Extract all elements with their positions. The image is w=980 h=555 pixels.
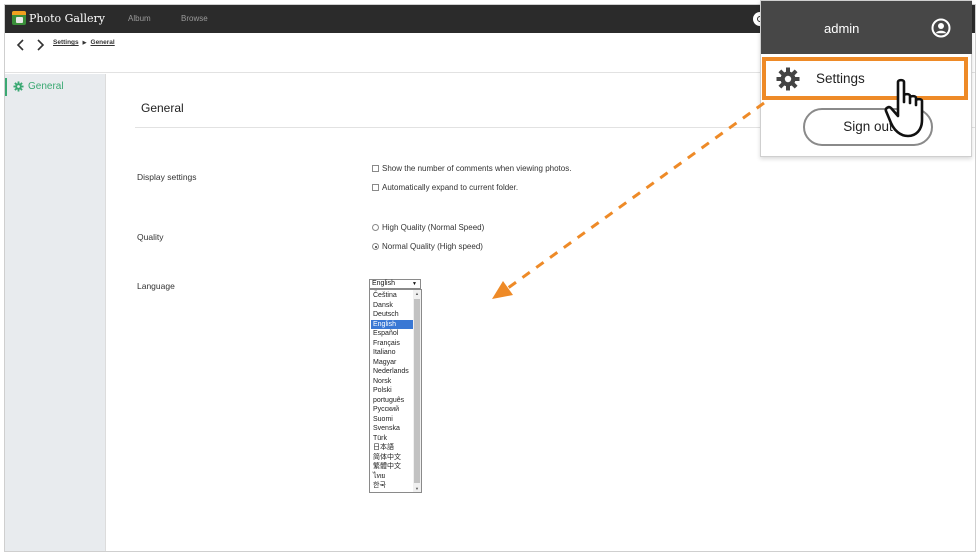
language-option[interactable]: Suomi <box>371 415 413 425</box>
breadcrumb: Settings ▶ General <box>53 39 115 46</box>
language-option[interactable]: Türk <box>371 434 413 444</box>
scroll-down-icon[interactable]: ▼ <box>415 486 419 491</box>
user-avatar-icon[interactable] <box>931 18 951 38</box>
user-menu: admin Settings Sign out <box>760 0 972 157</box>
radio-button[interactable] <box>372 224 379 231</box>
dropdown-caret-icon: ▼ <box>412 281 417 287</box>
high-quality-radio[interactable]: High Quality (Normal Speed) <box>372 223 484 232</box>
menu-item-label: Settings <box>816 71 865 86</box>
username: admin <box>824 21 860 36</box>
language-option[interactable]: Magyar <box>371 358 413 368</box>
nav-browse[interactable]: Browse <box>181 14 208 23</box>
hand-pointer-icon <box>884 78 924 138</box>
sidebar-item-general[interactable]: General <box>5 78 106 96</box>
language-options-list[interactable]: Čeština Dansk Deutsch English Español Françai… <box>369 289 422 493</box>
back-arrow-icon[interactable] <box>15 38 27 52</box>
language-option[interactable]: 한국 <box>371 481 413 491</box>
radio-button[interactable] <box>372 243 379 250</box>
checkbox-box[interactable] <box>372 165 379 172</box>
language-option[interactable]: 简体中文 <box>371 453 413 463</box>
language-option[interactable]: Español <box>371 329 413 339</box>
app-title: Photo Gallery <box>29 12 106 25</box>
breadcrumb-settings[interactable]: Settings <box>53 39 79 46</box>
scroll-up-icon[interactable]: ▲ <box>415 291 419 296</box>
expand-folder-checkbox[interactable]: Automatically expand to current folder. <box>372 183 518 192</box>
language-option[interactable]: Polski <box>371 386 413 396</box>
checkbox-box[interactable] <box>372 184 379 191</box>
checkbox-label: Show the number of comments when viewing… <box>382 164 572 173</box>
language-option[interactable]: Dansk <box>371 301 413 311</box>
language-label: Language <box>137 281 175 291</box>
language-options: Čeština Dansk Deutsch English Español Françai… <box>371 291 413 491</box>
sidebar: General <box>5 74 106 551</box>
radio-label: Normal Quality (High speed) <box>382 242 483 251</box>
language-select-value: English <box>372 280 395 287</box>
page-title: General <box>141 101 184 115</box>
forward-arrow-icon[interactable] <box>34 38 46 52</box>
gear-icon <box>776 67 800 91</box>
show-comments-checkbox[interactable]: Show the number of comments when viewing… <box>372 164 571 173</box>
language-option[interactable]: 繁體中文 <box>371 462 413 472</box>
language-select[interactable]: English ▼ <box>369 279 421 289</box>
language-option[interactable]: português <box>371 396 413 406</box>
language-option[interactable]: Nederlands <box>371 367 413 377</box>
language-option[interactable]: Norsk <box>371 377 413 387</box>
language-option[interactable]: Čeština <box>371 291 413 301</box>
language-option[interactable]: Русский <box>371 405 413 415</box>
radio-label: High Quality (Normal Speed) <box>382 223 485 232</box>
language-option[interactable]: English <box>371 319 413 329</box>
language-option[interactable]: 日本語 <box>371 443 413 453</box>
language-option[interactable]: Deutsch <box>371 310 413 320</box>
breadcrumb-general[interactable]: General <box>91 39 115 46</box>
gear-icon <box>13 81 24 92</box>
language-option[interactable]: Svenska <box>371 424 413 434</box>
language-option[interactable]: ไทย <box>371 472 413 482</box>
user-menu-header: admin <box>761 1 972 54</box>
checkbox-label: Automatically expand to current folder. <box>382 183 519 192</box>
breadcrumb-separator: ▶ <box>82 39 87 46</box>
photo-gallery-logo-icon <box>12 11 26 25</box>
scrollbar-thumb[interactable] <box>414 299 420 483</box>
scrollbar[interactable]: ▲ ▼ <box>413 290 421 492</box>
language-option[interactable]: Italiano <box>371 348 413 358</box>
nav-album[interactable]: Album <box>128 14 151 23</box>
quality-label: Quality <box>137 232 164 242</box>
display-settings-label: Display settings <box>137 172 197 182</box>
normal-quality-radio[interactable]: Normal Quality (High speed) <box>372 242 483 251</box>
language-option[interactable]: Français <box>371 339 413 349</box>
sidebar-item-label: General <box>28 81 64 92</box>
